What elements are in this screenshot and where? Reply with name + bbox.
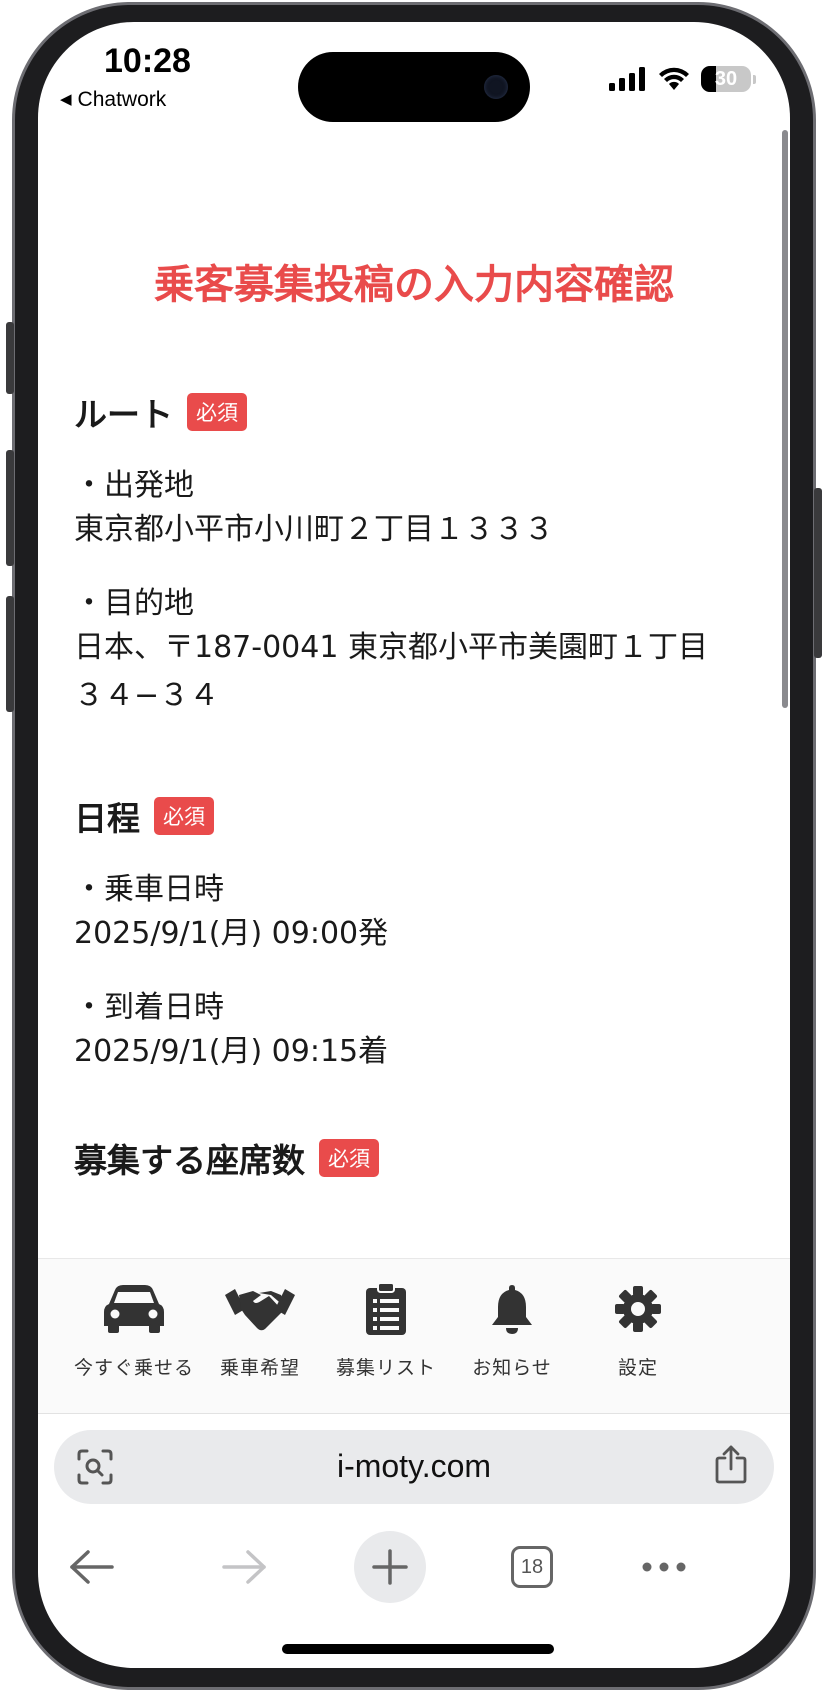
plus-icon [372, 1549, 408, 1585]
screen: 10:28 ◀ Chatwork 30 乗客募集投稿の入力内容確認 ルート 必須 … [38, 22, 790, 1668]
more-dots-icon [642, 1562, 686, 1572]
section-title-seats: 募集する座席数 [74, 1141, 305, 1180]
tab-label: お知らせ [472, 1357, 552, 1379]
volume-up-button [6, 450, 14, 566]
clipboard-icon [366, 1283, 406, 1335]
app-tab-bar: 今すぐ乗せる 乗車希望 募集リスト お知らせ 設定 [38, 1258, 790, 1414]
car-icon [104, 1285, 164, 1333]
tab-ride-request[interactable]: 乗車希望 [190, 1281, 330, 1380]
battery-level: 30 [714, 67, 738, 90]
volume-down-button [6, 596, 14, 712]
tab-ride-now[interactable]: 今すぐ乗せる [64, 1281, 204, 1380]
power-button [814, 488, 822, 658]
home-indicator[interactable] [282, 1644, 554, 1654]
destination-label: ・目的地 [74, 586, 194, 621]
wifi-icon [659, 67, 689, 90]
forward-button[interactable] [214, 1522, 274, 1612]
section-title-schedule: 日程 [74, 799, 140, 838]
back-to-app-link[interactable]: ◀ Chatwork [60, 88, 166, 112]
required-badge: 必須 [319, 1139, 379, 1177]
url-text: i-moty.com [336, 1448, 492, 1484]
tab-label: 乗車希望 [219, 1357, 300, 1379]
section-heading-schedule: 日程 必須 [74, 792, 214, 840]
boarding-time-value: 2025/9/1(月) 09:00発 [74, 916, 389, 951]
section-heading-seats: 募集する座席数 必須 [74, 1134, 379, 1182]
action-button [6, 322, 14, 394]
origin-label: ・出発地 [74, 468, 194, 503]
dynamic-island [298, 52, 530, 122]
tab-label: 設定 [617, 1357, 658, 1379]
page-scrollbar[interactable] [782, 130, 788, 708]
back-button[interactable] [62, 1522, 122, 1612]
tab-label: 今すぐ乗せる [73, 1357, 194, 1379]
more-button[interactable] [634, 1522, 694, 1612]
destination-value: 日本、〒187-0041 東京都小平市美園町１丁目３４−３４ [74, 630, 708, 713]
tabs-count-icon: 18 [511, 1546, 553, 1588]
forward-arrow-icon [222, 1550, 266, 1584]
section-title-route: ルート [74, 395, 173, 434]
origin-value: 東京都小平市小川町２丁目１３３３ [74, 512, 554, 547]
address-bar[interactable]: i-moty.com [54, 1430, 774, 1504]
tab-count: 18 [520, 1555, 544, 1578]
tabs-button[interactable]: 18 [502, 1522, 562, 1612]
handshake-icon [225, 1289, 295, 1331]
status-icons: 30 [609, 66, 756, 92]
tab-settings[interactable]: 設定 [568, 1281, 708, 1380]
tab-label: 募集リスト [335, 1357, 436, 1379]
required-badge: 必須 [154, 797, 214, 835]
bell-icon [492, 1285, 532, 1334]
back-arrow-icon [70, 1550, 114, 1584]
battery-icon: 30 [701, 66, 751, 92]
back-app-label: Chatwork [77, 88, 167, 111]
tab-notifications[interactable]: お知らせ [442, 1281, 582, 1380]
boarding-time-label: ・乗車日時 [74, 872, 224, 907]
arrival-time-value: 2025/9/1(月) 09:15着 [74, 1034, 389, 1069]
back-triangle-icon: ◀ [60, 91, 72, 108]
section-heading-route: ルート 必須 [74, 388, 247, 436]
camera-icon [484, 75, 508, 99]
page-title: 乗客募集投稿の入力内容確認 [154, 262, 674, 308]
cellular-signal-icon [609, 67, 645, 91]
share-icon[interactable] [714, 1444, 748, 1484]
required-badge: 必須 [187, 393, 247, 431]
browser-toolbar: 18 [38, 1522, 790, 1612]
gear-icon [615, 1286, 661, 1332]
battery-tip [753, 74, 756, 84]
status-time: 10:28 [104, 42, 191, 80]
tab-recruit-list[interactable]: 募集リスト [316, 1281, 456, 1380]
new-tab-button[interactable] [350, 1522, 430, 1612]
arrival-time-label: ・到着日時 [74, 990, 224, 1025]
